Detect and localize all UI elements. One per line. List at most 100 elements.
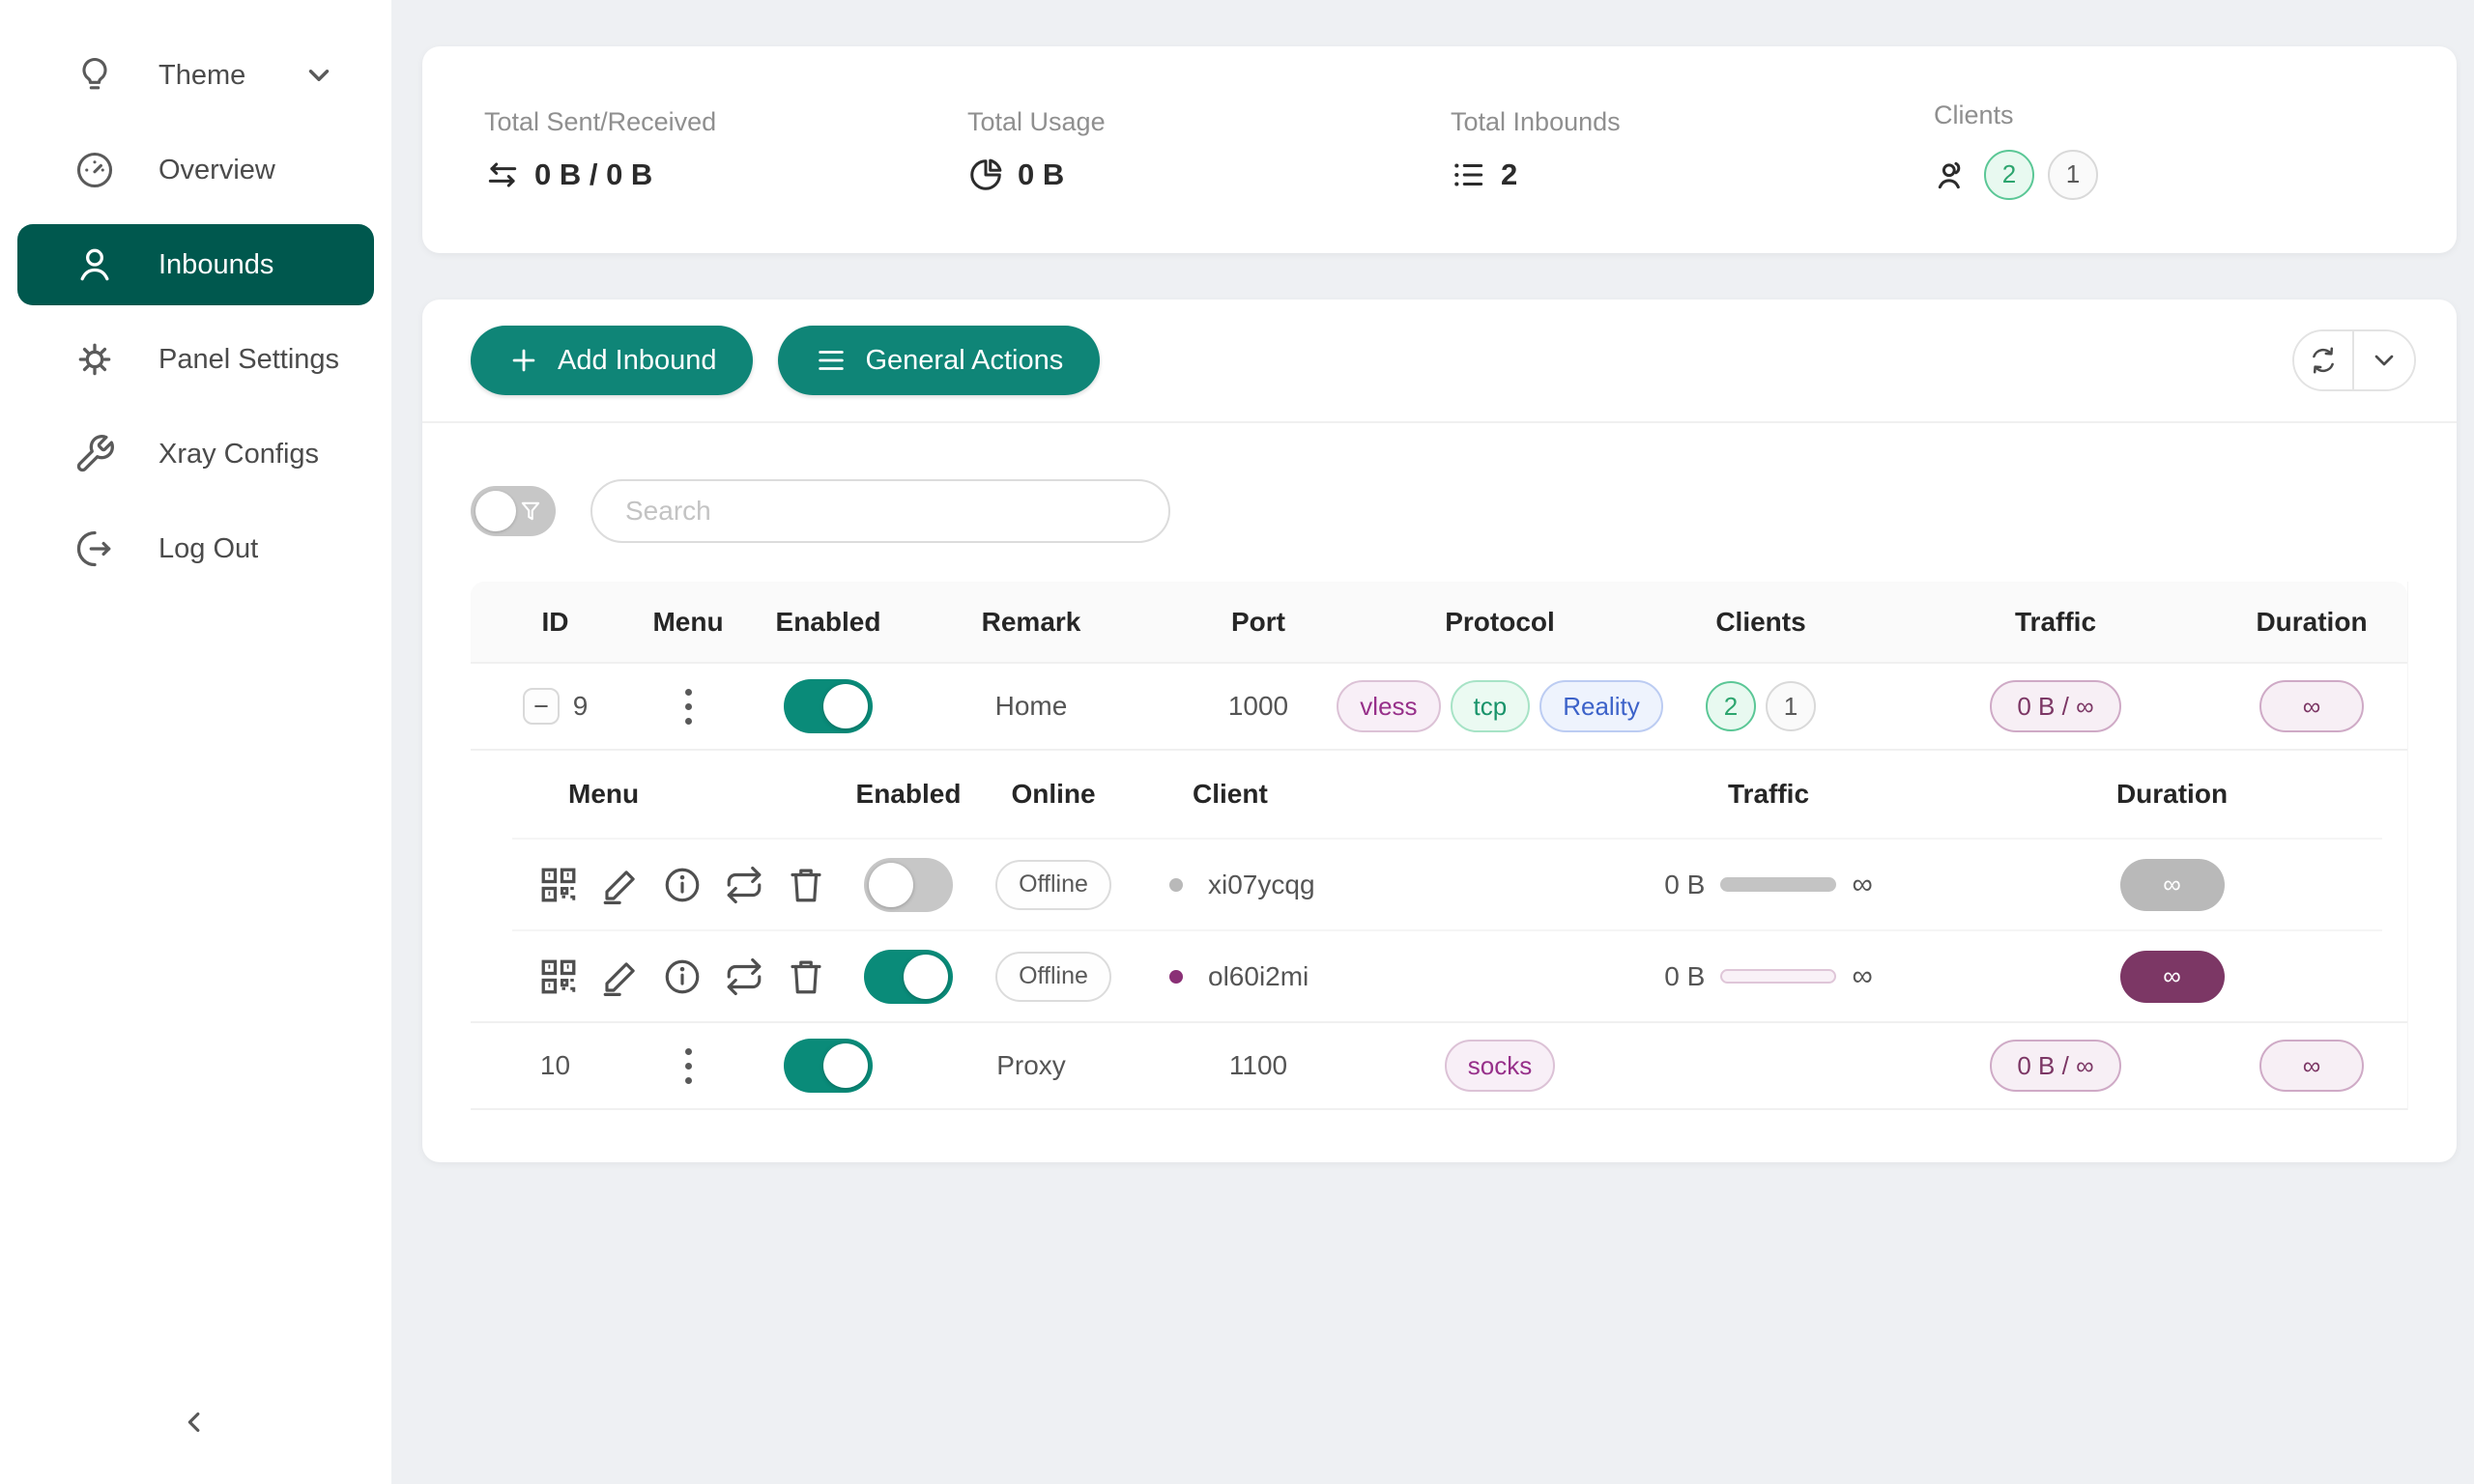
qr-code-icon[interactable] bbox=[538, 865, 579, 905]
reset-traffic-icon[interactable] bbox=[724, 956, 764, 997]
logout-icon bbox=[73, 528, 116, 570]
stat-total-inbounds: Total Inbounds 2 bbox=[1389, 107, 1872, 193]
row-duration-pill: ∞ bbox=[2259, 680, 2364, 732]
general-actions-button[interactable]: General Actions bbox=[778, 326, 1100, 395]
search-input[interactable] bbox=[590, 479, 1170, 543]
transfer-arrows-icon bbox=[484, 157, 521, 193]
sub-col-header-duration: Duration bbox=[1962, 779, 2382, 810]
collapse-row-button[interactable] bbox=[523, 688, 560, 725]
sidebar-item-overview[interactable]: Overview bbox=[17, 129, 374, 211]
col-header-duration: Duration bbox=[2215, 607, 2408, 638]
delete-icon[interactable] bbox=[786, 865, 826, 905]
row-id: 9 bbox=[573, 691, 589, 722]
row-remark: Home bbox=[920, 691, 1142, 722]
client-enabled-toggle[interactable] bbox=[864, 950, 953, 1004]
filter-toggle[interactable] bbox=[471, 486, 556, 536]
client-enabled-toggle[interactable] bbox=[864, 858, 953, 912]
client-name: ol60i2mi bbox=[1208, 961, 1309, 992]
subtable-header: Menu Enabled Online Client Traffic Durat… bbox=[512, 751, 2382, 838]
sidebar-item-label: Theme bbox=[158, 60, 245, 92]
stat-total-usage: Total Usage 0 B bbox=[906, 107, 1389, 193]
search-row bbox=[471, 479, 2408, 543]
col-header-menu: Menu bbox=[640, 607, 736, 638]
plus-icon bbox=[507, 344, 540, 377]
sidebar-item-inbounds[interactable]: Inbounds bbox=[17, 224, 374, 305]
stat-value: 0 B bbox=[1018, 157, 1064, 192]
sub-col-header-menu: Menu bbox=[512, 779, 841, 810]
client-status-dot bbox=[1169, 878, 1183, 892]
qr-code-icon[interactable] bbox=[538, 956, 579, 997]
list-icon bbox=[1451, 157, 1487, 193]
row-menu-button[interactable] bbox=[676, 1039, 702, 1094]
inbounds-panel: Add Inbound General Actions bbox=[422, 300, 2457, 1162]
row-enabled-toggle[interactable] bbox=[784, 1039, 873, 1093]
sub-col-header-enabled: Enabled bbox=[841, 779, 976, 810]
dashboard-icon bbox=[73, 149, 116, 191]
refresh-button-group bbox=[2292, 329, 2416, 391]
delete-icon[interactable] bbox=[786, 956, 826, 997]
info-icon[interactable] bbox=[662, 956, 703, 997]
client-online-status: Offline bbox=[995, 860, 1111, 910]
sidebar-item-label: Xray Configs bbox=[158, 439, 319, 471]
funnel-icon bbox=[517, 498, 544, 525]
stat-value: 2 bbox=[1501, 157, 1517, 192]
row-duration-pill: ∞ bbox=[2259, 1040, 2364, 1092]
sidebar-item-theme[interactable]: Theme bbox=[17, 35, 374, 116]
col-header-protocol: Protocol bbox=[1374, 607, 1625, 638]
row-enabled-toggle[interactable] bbox=[784, 679, 873, 733]
col-header-clients: Clients bbox=[1625, 607, 1896, 638]
stat-label: Total Usage bbox=[967, 107, 1389, 137]
table-row: 9 Home 1000 vless tcp Reality 2 1 0 B / … bbox=[471, 664, 2407, 751]
client-traffic-used: 0 B bbox=[1664, 870, 1705, 900]
stats-card: Total Sent/Received 0 B / 0 B Total Usag… bbox=[422, 46, 2457, 253]
client-duration-pill: ∞ bbox=[2120, 859, 2225, 911]
sidebar-item-label: Panel Settings bbox=[158, 344, 339, 376]
stat-clients: Clients 2 1 bbox=[1872, 100, 2355, 200]
sidebar-item-panel-settings[interactable]: Panel Settings bbox=[17, 319, 374, 400]
edit-icon[interactable] bbox=[600, 865, 641, 905]
reset-traffic-icon[interactable] bbox=[724, 865, 764, 905]
col-header-id: ID bbox=[471, 607, 640, 638]
info-icon[interactable] bbox=[662, 865, 703, 905]
sidebar-item-log-out[interactable]: Log Out bbox=[17, 508, 374, 589]
row-clients-online-badge: 2 bbox=[1706, 681, 1756, 731]
sub-col-header-online: Online bbox=[976, 779, 1131, 810]
sidebar-collapse-button[interactable] bbox=[172, 1399, 218, 1445]
row-traffic-pill: 0 B / ∞ bbox=[1990, 680, 2120, 732]
sidebar-item-label: Overview bbox=[158, 155, 275, 186]
stat-total-sent-received: Total Sent/Received 0 B / 0 B bbox=[422, 107, 906, 193]
theme-bulb-icon bbox=[73, 54, 116, 97]
row-traffic-pill: 0 B / ∞ bbox=[1990, 1040, 2120, 1092]
row-clients-deactive-badge: 1 bbox=[1766, 681, 1816, 731]
client-traffic-used: 0 B bbox=[1664, 961, 1705, 992]
inbounds-table: ID Menu Enabled Remark Port Protocol Cli… bbox=[471, 582, 2408, 1110]
sidebar-item-xray-configs[interactable]: Xray Configs bbox=[17, 414, 374, 495]
minus-icon bbox=[532, 697, 551, 716]
add-inbound-button[interactable]: Add Inbound bbox=[471, 326, 753, 395]
client-status-dot bbox=[1169, 970, 1183, 984]
toggle-knob bbox=[475, 491, 516, 531]
expanded-clients-section: Menu Enabled Online Client Traffic Durat… bbox=[471, 751, 2407, 1023]
edit-icon[interactable] bbox=[600, 956, 641, 997]
chevron-down-icon bbox=[302, 59, 335, 92]
chevron-left-icon bbox=[179, 1406, 212, 1439]
refresh-button[interactable] bbox=[2294, 331, 2354, 389]
client-traffic-bar bbox=[1720, 877, 1836, 892]
refresh-dropdown-button[interactable] bbox=[2354, 331, 2414, 389]
client-duration-pill: ∞ bbox=[2120, 951, 2225, 1003]
pie-chart-icon bbox=[967, 157, 1004, 193]
client-row: Offline ol60i2mi 0 B ∞ ∞ bbox=[512, 929, 2382, 1021]
chevron-down-icon bbox=[2369, 345, 2400, 376]
col-header-remark: Remark bbox=[920, 607, 1142, 638]
table-header: ID Menu Enabled Remark Port Protocol Cli… bbox=[471, 582, 2407, 664]
client-online-status: Offline bbox=[995, 952, 1111, 1002]
general-actions-label: General Actions bbox=[865, 345, 1063, 377]
stat-label: Total Sent/Received bbox=[484, 107, 906, 137]
client-traffic-limit: ∞ bbox=[1852, 960, 1872, 993]
client-name: xi07ycqg bbox=[1208, 870, 1315, 900]
row-menu-button[interactable] bbox=[676, 679, 702, 734]
refresh-icon bbox=[2308, 345, 2339, 376]
client-traffic-bar bbox=[1720, 969, 1836, 984]
col-header-enabled: Enabled bbox=[736, 607, 920, 638]
row-id: 10 bbox=[540, 1050, 570, 1081]
